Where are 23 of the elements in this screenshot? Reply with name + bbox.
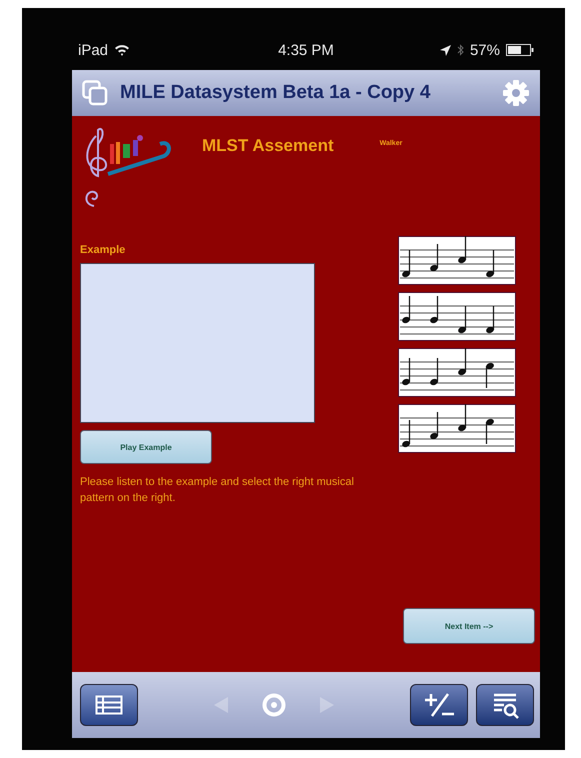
wifi-icon [114,44,130,56]
plus-minus-icon [422,691,456,719]
battery-icon [506,44,534,56]
video-area[interactable] [80,263,315,423]
battery-percentage: 57% [470,42,500,58]
next-item-button[interactable]: Next Item --> [403,608,535,644]
search-list-button[interactable] [476,684,534,726]
app-title: MILE Datasystem Beta 1a - Copy 4 [120,82,432,104]
instruction-text: Please listen to the example and select the right musical pattern on the right. [80,475,355,506]
location-arrow-icon [440,44,451,56]
bluetooth-icon [456,44,464,56]
device-name: iPad [78,42,108,58]
play-example-button[interactable]: Play Example [80,430,212,464]
music-notation-drawing[interactable] [398,292,516,341]
assessment-title: MLST Assement [202,136,334,156]
plus-minus-button[interactable] [410,684,468,726]
list-view-button[interactable] [80,684,138,726]
example-label: Example [80,244,126,256]
music-notation-drawing[interactable] [398,236,516,285]
music-notation-drawing[interactable] [398,348,516,397]
list-icon [95,695,123,715]
music-notation-drawing[interactable] [398,404,516,453]
status-time: 4:35 PM [278,42,334,58]
